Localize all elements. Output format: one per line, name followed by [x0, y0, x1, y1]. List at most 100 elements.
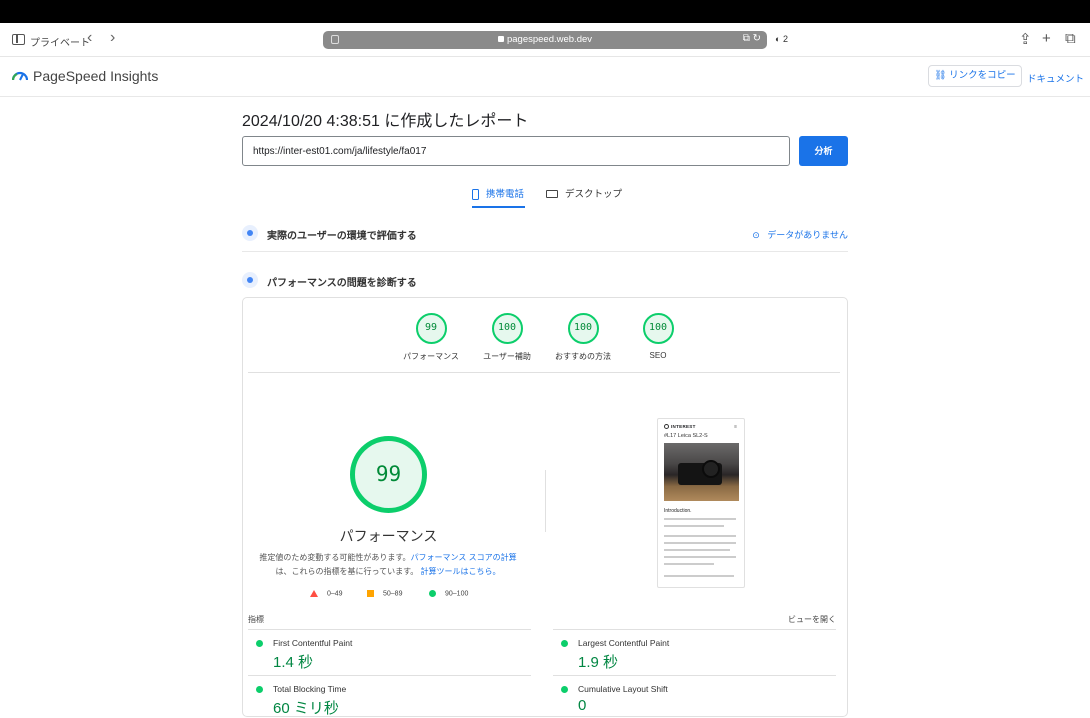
- metric-value: 1.4 秒: [273, 654, 314, 671]
- thumbnail-brand-text: INTEREST: [671, 424, 696, 429]
- score-value: 100: [491, 313, 523, 344]
- system-top-bar: [0, 0, 1090, 23]
- metric-name: Total Blocking Time: [273, 684, 347, 694]
- score-label: おすすめの方法: [555, 352, 611, 361]
- docs-link[interactable]: ドキュメント: [1027, 71, 1084, 85]
- score-gauge-performance[interactable]: 99 パフォーマンス: [391, 313, 471, 362]
- metric-value: 60 ミリ秒: [273, 700, 339, 717]
- tab-mobile[interactable]: 携帯電話: [472, 186, 524, 200]
- pass-circle-icon: [561, 640, 568, 647]
- pass-circle-icon: [256, 640, 263, 647]
- score-gauge-best-practices[interactable]: 100 おすすめの方法: [543, 313, 623, 362]
- thumbnail-text-line: [664, 575, 734, 577]
- copy-link-label: リンクをコピー: [949, 70, 1016, 81]
- metric-cls: Cumulative Layout Shift 0: [553, 675, 836, 714]
- vertical-divider: [545, 470, 546, 532]
- thumbnail-text-line: [664, 525, 724, 527]
- score-value: 100: [642, 313, 674, 344]
- tracker-count: 2: [782, 34, 788, 44]
- performance-title: パフォーマンス: [339, 528, 438, 544]
- copy-link-button[interactable]: ⛓ リンクをコピー: [928, 65, 1022, 87]
- laptop-icon: [546, 190, 558, 199]
- thumbnail-camera-photo: [664, 443, 739, 501]
- pagespeed-logo-icon: [12, 71, 28, 81]
- share-icon[interactable]: ⇪: [1019, 30, 1032, 48]
- metric-lcp: Largest Contentful Paint 1.9 秒: [553, 629, 836, 675]
- fail-triangle-icon: [310, 590, 318, 597]
- diagnose-title: パフォーマンスの問題を診断する: [267, 278, 417, 289]
- expand-view-toggle[interactable]: ビューを開く: [788, 614, 836, 625]
- metric-tbt: Total Blocking Time 60 ミリ秒: [248, 675, 531, 717]
- private-mode-label: プライベート: [30, 38, 90, 49]
- legend-fail: 0–49: [310, 590, 343, 597]
- browser-toolbar: プライベート ‹ › pagespeed.web.dev ⧉ ↻ ◐ 2 ⇪ +…: [0, 23, 1090, 57]
- thumbnail-brand: INTEREST: [664, 424, 696, 430]
- back-button[interactable]: ‹: [87, 29, 92, 47]
- legend-pass: 90–100: [429, 590, 468, 597]
- forward-button[interactable]: ›: [110, 29, 115, 47]
- translate-reload-icons[interactable]: ⧉ ↻: [743, 33, 761, 44]
- thumbnail-menu-icon: ≡: [734, 424, 737, 430]
- pass-circle-icon: [429, 590, 436, 597]
- pass-circle-icon: [256, 686, 263, 693]
- analyze-button[interactable]: 分析: [799, 136, 848, 166]
- score-value: 100: [567, 313, 599, 344]
- score-value: 99: [415, 313, 447, 344]
- no-data-notice: ⊙ データがありません: [752, 230, 848, 240]
- tab-mobile-label: 携帯電話: [486, 189, 525, 200]
- diagnose-section: パフォーマンスの問題を診断する: [242, 272, 848, 298]
- performance-note: 推定値のため変動する可能性があります。パフォーマンス スコアの計算 は、これらの…: [258, 551, 518, 579]
- brand-title[interactable]: PageSpeed Insights: [33, 68, 158, 84]
- active-tab-indicator: [472, 206, 525, 208]
- thumbnail-intro: Introduction.: [664, 508, 692, 514]
- score-label: ユーザー補助: [483, 352, 531, 361]
- score-gauge-seo[interactable]: 100 SEO: [618, 313, 698, 360]
- url-input[interactable]: https://inter-est01.com/ja/lifestyle/fa0…: [242, 136, 790, 166]
- new-tab-icon[interactable]: +: [1042, 30, 1051, 47]
- note-text-2: は、これらの指標を基に行っています。: [275, 567, 419, 576]
- address-text: pagespeed.web.dev: [506, 34, 593, 45]
- thumbnail-text-line: [664, 542, 736, 544]
- users-icon: [242, 225, 258, 241]
- metric-fcp: First Contentful Paint 1.4 秒: [248, 629, 531, 675]
- lab-icon: [242, 272, 258, 288]
- performance-score-gauge: 99: [350, 436, 427, 513]
- site-header: PageSpeed Insights ⛓ リンクをコピー ドキュメント: [0, 57, 1090, 97]
- metrics-heading: 指標: [248, 615, 264, 624]
- metric-name: Largest Contentful Paint: [578, 638, 670, 648]
- report-title: 2024/10/20 4:38:51 に作成したレポート: [242, 113, 529, 130]
- thumbnail-text-line: [664, 549, 730, 551]
- tab-overview-icon[interactable]: ⧉: [1065, 30, 1076, 47]
- page-screenshot-thumbnail: INTEREST ≡ #L17 Leica SL2-S Introduction…: [657, 418, 745, 588]
- metric-name: Cumulative Layout Shift: [578, 684, 668, 694]
- calculator-link[interactable]: 計算ツールはこちら。: [421, 567, 501, 576]
- address-bar[interactable]: pagespeed.web.dev ⧉ ↻: [323, 31, 767, 49]
- phone-icon: [472, 188, 479, 200]
- metric-name: First Contentful Paint: [273, 638, 353, 648]
- legend-fail-range: 0–49: [327, 590, 343, 598]
- legend-average: 50–89: [367, 590, 402, 597]
- metric-value: 0: [578, 697, 587, 714]
- no-data-text: データがありません: [767, 230, 848, 240]
- privacy-shield-icon[interactable]: ◐ 2: [775, 34, 788, 44]
- note-text-1: 推定値のため変動する可能性があります。: [259, 553, 411, 562]
- thumbnail-text-line: [664, 518, 736, 520]
- gauges-divider: [248, 372, 840, 373]
- score-label: SEO: [649, 351, 667, 360]
- thumbnail-logo-icon: [664, 424, 669, 430]
- camera-lens-shape: [702, 460, 720, 478]
- field-data-title: 実際のユーザーの環境で評価する: [267, 231, 417, 242]
- score-calc-link[interactable]: パフォーマンス スコアの計算: [411, 553, 517, 562]
- score-gauge-accessibility[interactable]: 100 ユーザー補助: [467, 313, 547, 362]
- field-data-section: 実際のユーザーの環境で評価する ⊙ データがありません: [242, 225, 848, 251]
- thumbnail-text-line: [664, 556, 736, 558]
- tab-desktop-label: デスクトップ: [565, 189, 623, 200]
- legend-average-range: 50–89: [383, 590, 403, 598]
- thumbnail-title: #L17 Leica SL2-S: [664, 433, 708, 439]
- score-label: パフォーマンス: [403, 352, 459, 361]
- tab-desktop[interactable]: デスクトップ: [546, 186, 622, 200]
- average-square-icon: [367, 590, 374, 597]
- thumbnail-text-line: [664, 563, 714, 565]
- sidebar-toggle-icon[interactable]: [12, 34, 25, 45]
- section-divider: [242, 251, 848, 252]
